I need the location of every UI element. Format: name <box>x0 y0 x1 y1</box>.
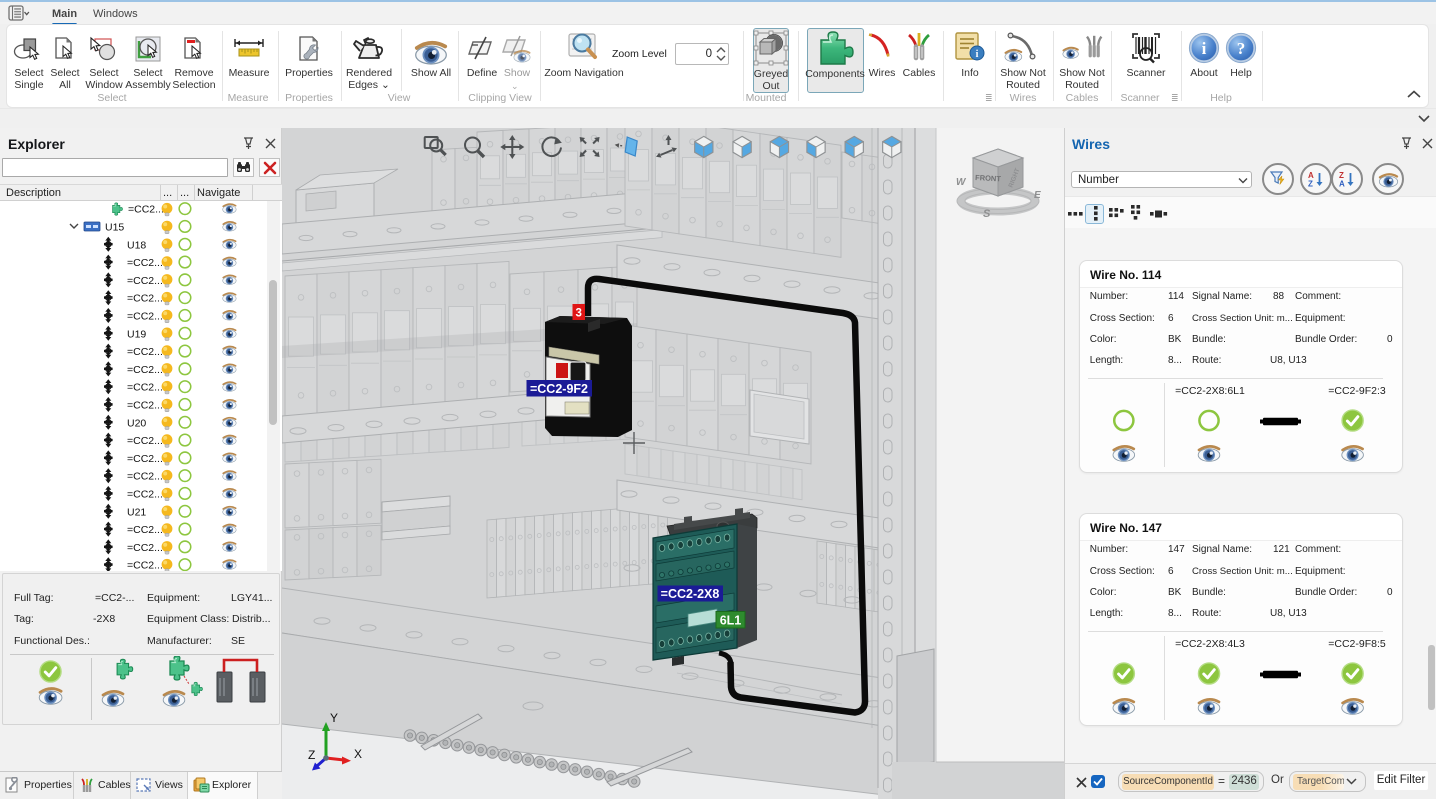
svg-text:=CC2...: =CC2... <box>127 435 163 447</box>
svg-text:U18: U18 <box>127 239 146 251</box>
svg-text:Z: Z <box>1308 180 1313 189</box>
svg-text:=CC2...: =CC2... <box>127 311 163 323</box>
svg-text:E: E <box>1034 190 1041 201</box>
svg-text:Y: Y <box>330 711 338 725</box>
svg-text:S: S <box>983 208 991 220</box>
svg-text:i: i <box>1202 39 1207 58</box>
svg-text:=CC2...: =CC2... <box>127 453 163 465</box>
svg-text:=CC2...: =CC2... <box>127 489 163 501</box>
svg-text:A: A <box>1339 180 1345 189</box>
svg-text:W: W <box>956 177 967 188</box>
svg-text:=CC2-9F2: =CC2-9F2 <box>530 382 588 396</box>
svg-text:=CC2...: =CC2... <box>128 204 164 216</box>
svg-text:=CC2...: =CC2... <box>127 524 163 536</box>
svg-text:=CC2...: =CC2... <box>127 346 163 358</box>
svg-text:6L1: 6L1 <box>720 613 742 627</box>
svg-text:U20: U20 <box>127 417 146 429</box>
svg-text:=CC2...: =CC2... <box>127 471 163 483</box>
svg-text:=CC2-2X8: =CC2-2X8 <box>661 587 720 601</box>
svg-text:=CC2...: =CC2... <box>127 293 163 305</box>
svg-text:U19: U19 <box>127 328 146 340</box>
svg-text:U21: U21 <box>127 506 146 518</box>
svg-text:=CC2...: =CC2... <box>127 542 163 554</box>
svg-text:=CC2...: =CC2... <box>127 400 163 412</box>
svg-text:?: ? <box>1237 39 1246 58</box>
svg-text:i: i <box>976 49 979 60</box>
svg-text:Z: Z <box>308 748 315 762</box>
svg-text:X: X <box>354 747 362 761</box>
svg-text:=CC2...: =CC2... <box>127 257 163 269</box>
svg-text:U15: U15 <box>105 222 124 234</box>
svg-text:FRONT: FRONT <box>975 173 1002 183</box>
svg-text:=CC2...: =CC2... <box>127 382 163 394</box>
svg-text:3: 3 <box>575 308 581 320</box>
svg-text:=CC2...: =CC2... <box>127 364 163 376</box>
svg-text:=CC2...: =CC2... <box>127 275 163 287</box>
svg-text:=CC2...: =CC2... <box>127 560 163 571</box>
